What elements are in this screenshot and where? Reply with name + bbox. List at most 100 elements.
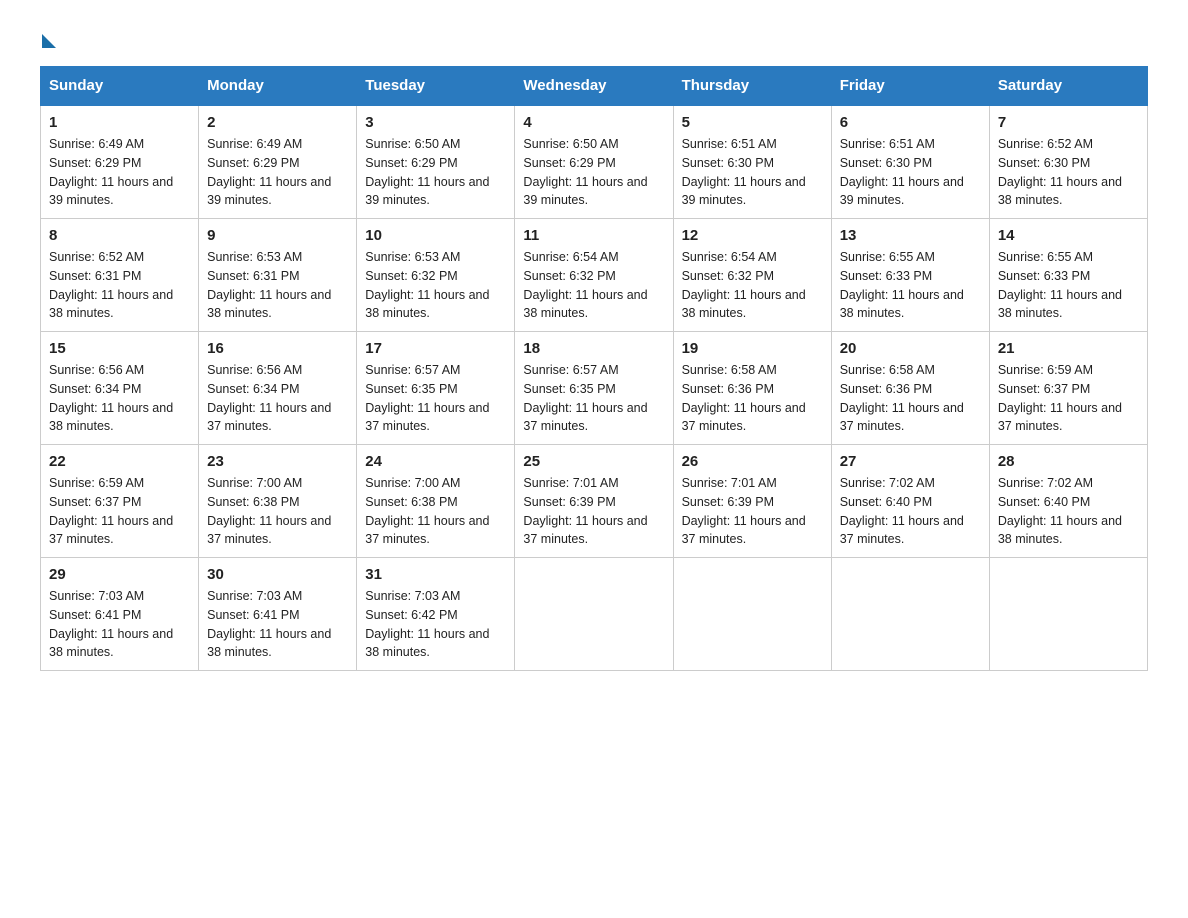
day-info: Sunrise: 7:03 AMSunset: 6:41 PMDaylight:… xyxy=(49,589,173,659)
day-number: 29 xyxy=(49,566,190,583)
calendar-cell: 27 Sunrise: 7:02 AMSunset: 6:40 PMDaylig… xyxy=(831,445,989,558)
day-number: 15 xyxy=(49,340,190,357)
week-row-5: 29 Sunrise: 7:03 AMSunset: 6:41 PMDaylig… xyxy=(41,558,1148,671)
calendar-cell: 23 Sunrise: 7:00 AMSunset: 6:38 PMDaylig… xyxy=(199,445,357,558)
calendar-cell: 26 Sunrise: 7:01 AMSunset: 6:39 PMDaylig… xyxy=(673,445,831,558)
day-number: 30 xyxy=(207,566,348,583)
day-number: 25 xyxy=(523,453,664,470)
calendar-cell: 5 Sunrise: 6:51 AMSunset: 6:30 PMDayligh… xyxy=(673,105,831,219)
header-monday: Monday xyxy=(199,67,357,106)
calendar-cell: 1 Sunrise: 6:49 AMSunset: 6:29 PMDayligh… xyxy=(41,105,199,219)
day-info: Sunrise: 6:58 AMSunset: 6:36 PMDaylight:… xyxy=(840,363,964,433)
calendar-header: SundayMondayTuesdayWednesdayThursdayFrid… xyxy=(41,67,1148,106)
calendar-cell: 10 Sunrise: 6:53 AMSunset: 6:32 PMDaylig… xyxy=(357,219,515,332)
week-row-1: 1 Sunrise: 6:49 AMSunset: 6:29 PMDayligh… xyxy=(41,105,1148,219)
day-number: 4 xyxy=(523,114,664,131)
day-number: 19 xyxy=(682,340,823,357)
calendar-cell: 11 Sunrise: 6:54 AMSunset: 6:32 PMDaylig… xyxy=(515,219,673,332)
calendar-cell: 15 Sunrise: 6:56 AMSunset: 6:34 PMDaylig… xyxy=(41,332,199,445)
day-info: Sunrise: 6:54 AMSunset: 6:32 PMDaylight:… xyxy=(523,250,647,320)
day-number: 21 xyxy=(998,340,1139,357)
day-info: Sunrise: 6:56 AMSunset: 6:34 PMDaylight:… xyxy=(49,363,173,433)
day-number: 31 xyxy=(365,566,506,583)
day-number: 9 xyxy=(207,227,348,244)
calendar-cell: 24 Sunrise: 7:00 AMSunset: 6:38 PMDaylig… xyxy=(357,445,515,558)
day-info: Sunrise: 6:57 AMSunset: 6:35 PMDaylight:… xyxy=(523,363,647,433)
calendar-table: SundayMondayTuesdayWednesdayThursdayFrid… xyxy=(40,66,1148,671)
calendar-cell: 28 Sunrise: 7:02 AMSunset: 6:40 PMDaylig… xyxy=(989,445,1147,558)
day-number: 10 xyxy=(365,227,506,244)
day-info: Sunrise: 6:57 AMSunset: 6:35 PMDaylight:… xyxy=(365,363,489,433)
day-number: 5 xyxy=(682,114,823,131)
day-number: 27 xyxy=(840,453,981,470)
day-info: Sunrise: 6:59 AMSunset: 6:37 PMDaylight:… xyxy=(998,363,1122,433)
day-number: 26 xyxy=(682,453,823,470)
calendar-cell: 2 Sunrise: 6:49 AMSunset: 6:29 PMDayligh… xyxy=(199,105,357,219)
day-info: Sunrise: 6:55 AMSunset: 6:33 PMDaylight:… xyxy=(840,250,964,320)
calendar-cell: 25 Sunrise: 7:01 AMSunset: 6:39 PMDaylig… xyxy=(515,445,673,558)
header-row: SundayMondayTuesdayWednesdayThursdayFrid… xyxy=(41,67,1148,106)
day-info: Sunrise: 6:59 AMSunset: 6:37 PMDaylight:… xyxy=(49,476,173,546)
day-number: 8 xyxy=(49,227,190,244)
day-info: Sunrise: 6:52 AMSunset: 6:30 PMDaylight:… xyxy=(998,137,1122,207)
day-number: 20 xyxy=(840,340,981,357)
day-info: Sunrise: 7:02 AMSunset: 6:40 PMDaylight:… xyxy=(840,476,964,546)
day-info: Sunrise: 7:01 AMSunset: 6:39 PMDaylight:… xyxy=(523,476,647,546)
week-row-3: 15 Sunrise: 6:56 AMSunset: 6:34 PMDaylig… xyxy=(41,332,1148,445)
day-info: Sunrise: 6:53 AMSunset: 6:32 PMDaylight:… xyxy=(365,250,489,320)
day-info: Sunrise: 6:53 AMSunset: 6:31 PMDaylight:… xyxy=(207,250,331,320)
logo xyxy=(40,30,56,46)
day-info: Sunrise: 6:52 AMSunset: 6:31 PMDaylight:… xyxy=(49,250,173,320)
day-number: 14 xyxy=(998,227,1139,244)
day-info: Sunrise: 6:50 AMSunset: 6:29 PMDaylight:… xyxy=(523,137,647,207)
calendar-cell: 30 Sunrise: 7:03 AMSunset: 6:41 PMDaylig… xyxy=(199,558,357,671)
day-info: Sunrise: 6:58 AMSunset: 6:36 PMDaylight:… xyxy=(682,363,806,433)
day-number: 12 xyxy=(682,227,823,244)
calendar-cell: 18 Sunrise: 6:57 AMSunset: 6:35 PMDaylig… xyxy=(515,332,673,445)
day-number: 28 xyxy=(998,453,1139,470)
calendar-cell xyxy=(831,558,989,671)
day-number: 7 xyxy=(998,114,1139,131)
calendar-cell: 7 Sunrise: 6:52 AMSunset: 6:30 PMDayligh… xyxy=(989,105,1147,219)
calendar-body: 1 Sunrise: 6:49 AMSunset: 6:29 PMDayligh… xyxy=(41,105,1148,671)
day-number: 6 xyxy=(840,114,981,131)
calendar-cell: 9 Sunrise: 6:53 AMSunset: 6:31 PMDayligh… xyxy=(199,219,357,332)
day-number: 1 xyxy=(49,114,190,131)
day-number: 18 xyxy=(523,340,664,357)
day-number: 22 xyxy=(49,453,190,470)
day-info: Sunrise: 6:49 AMSunset: 6:29 PMDaylight:… xyxy=(207,137,331,207)
header-saturday: Saturday xyxy=(989,67,1147,106)
logo-triangle-icon xyxy=(42,34,56,48)
day-info: Sunrise: 6:51 AMSunset: 6:30 PMDaylight:… xyxy=(682,137,806,207)
day-info: Sunrise: 7:03 AMSunset: 6:41 PMDaylight:… xyxy=(207,589,331,659)
day-number: 11 xyxy=(523,227,664,244)
day-number: 2 xyxy=(207,114,348,131)
calendar-cell: 22 Sunrise: 6:59 AMSunset: 6:37 PMDaylig… xyxy=(41,445,199,558)
calendar-cell: 3 Sunrise: 6:50 AMSunset: 6:29 PMDayligh… xyxy=(357,105,515,219)
day-info: Sunrise: 7:01 AMSunset: 6:39 PMDaylight:… xyxy=(682,476,806,546)
day-number: 24 xyxy=(365,453,506,470)
calendar-cell: 17 Sunrise: 6:57 AMSunset: 6:35 PMDaylig… xyxy=(357,332,515,445)
day-info: Sunrise: 7:02 AMSunset: 6:40 PMDaylight:… xyxy=(998,476,1122,546)
calendar-cell: 6 Sunrise: 6:51 AMSunset: 6:30 PMDayligh… xyxy=(831,105,989,219)
day-info: Sunrise: 6:51 AMSunset: 6:30 PMDaylight:… xyxy=(840,137,964,207)
day-number: 16 xyxy=(207,340,348,357)
header-wednesday: Wednesday xyxy=(515,67,673,106)
day-number: 3 xyxy=(365,114,506,131)
calendar-cell: 20 Sunrise: 6:58 AMSunset: 6:36 PMDaylig… xyxy=(831,332,989,445)
day-info: Sunrise: 6:56 AMSunset: 6:34 PMDaylight:… xyxy=(207,363,331,433)
day-info: Sunrise: 6:50 AMSunset: 6:29 PMDaylight:… xyxy=(365,137,489,207)
calendar-cell: 29 Sunrise: 7:03 AMSunset: 6:41 PMDaylig… xyxy=(41,558,199,671)
day-number: 23 xyxy=(207,453,348,470)
day-info: Sunrise: 6:49 AMSunset: 6:29 PMDaylight:… xyxy=(49,137,173,207)
calendar-cell xyxy=(673,558,831,671)
day-info: Sunrise: 7:00 AMSunset: 6:38 PMDaylight:… xyxy=(365,476,489,546)
calendar-cell: 14 Sunrise: 6:55 AMSunset: 6:33 PMDaylig… xyxy=(989,219,1147,332)
calendar-cell xyxy=(989,558,1147,671)
header-thursday: Thursday xyxy=(673,67,831,106)
calendar-cell: 12 Sunrise: 6:54 AMSunset: 6:32 PMDaylig… xyxy=(673,219,831,332)
calendar-cell xyxy=(515,558,673,671)
day-info: Sunrise: 6:54 AMSunset: 6:32 PMDaylight:… xyxy=(682,250,806,320)
day-info: Sunrise: 7:00 AMSunset: 6:38 PMDaylight:… xyxy=(207,476,331,546)
calendar-cell: 8 Sunrise: 6:52 AMSunset: 6:31 PMDayligh… xyxy=(41,219,199,332)
